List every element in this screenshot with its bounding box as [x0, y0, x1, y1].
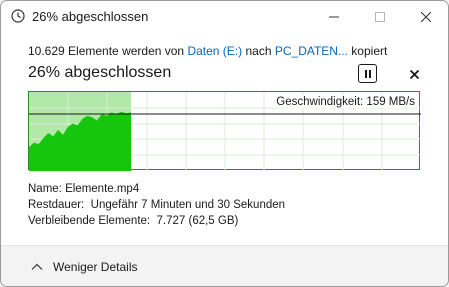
speed-label: Geschwindigkeit: 159 MB/s: [274, 96, 415, 108]
less-details-button[interactable]: Weniger Details: [31, 259, 137, 275]
detail-remaining-items: Verbleibende Elemente: 7.727 (62,5 GB): [28, 213, 285, 229]
chevron-up-icon: [31, 263, 43, 270]
close-button[interactable]: [403, 1, 448, 33]
progress-title: 26% abgeschlossen: [28, 64, 172, 81]
detail-remaining-time: Restdauer: Ungefähr 7 Minuten und 30 Sek…: [28, 197, 285, 213]
cancel-icon: [409, 69, 419, 79]
maximize-icon: [375, 12, 385, 22]
title-bar[interactable]: 26% abgeschlossen: [1, 1, 448, 33]
window-title: 26% abgeschlossen: [32, 9, 149, 24]
less-details-label: Weniger Details: [53, 260, 138, 274]
pause-icon: [364, 69, 371, 78]
copy-progress-dialog: 26% abgeschlossen 10.629 Elemente werden…: [0, 0, 449, 287]
maximize-button[interactable]: [357, 1, 403, 33]
copy-suffix: kopiert: [347, 44, 388, 58]
pause-button[interactable]: [358, 64, 377, 83]
source-link[interactable]: Daten (E:): [187, 44, 242, 58]
remaining-items-label: Verbleibende Elemente:: [28, 215, 151, 227]
remaining-items-value: 7.727 (62,5 GB): [156, 215, 239, 227]
copy-description: 10.629 Elemente werden von Daten (E:) na…: [28, 44, 387, 58]
name-value: Elemente.mp4: [65, 183, 140, 195]
minimize-icon: [329, 16, 339, 18]
transfer-speed-graph: Geschwindigkeit: 159 MB/s: [28, 91, 421, 171]
minimize-button[interactable]: [311, 1, 357, 33]
destination-link[interactable]: PC_DATEN...: [275, 44, 348, 58]
copy-prefix: 10.629 Elemente werden von: [28, 44, 188, 58]
remaining-time-label: Restdauer:: [28, 199, 85, 211]
details-section: Name: Elemente.mp4 Restdauer: Ungefähr 7…: [28, 181, 285, 229]
remaining-time-value: Ungefähr 7 Minuten und 30 Sekunden: [90, 199, 286, 211]
close-icon: [421, 12, 431, 22]
clock-icon: [11, 9, 25, 23]
footer: Weniger Details: [1, 245, 448, 286]
detail-name: Name: Elemente.mp4: [28, 181, 285, 197]
copy-middle: nach: [242, 44, 275, 58]
cancel-button[interactable]: [405, 65, 423, 83]
name-label: Name:: [28, 183, 62, 195]
